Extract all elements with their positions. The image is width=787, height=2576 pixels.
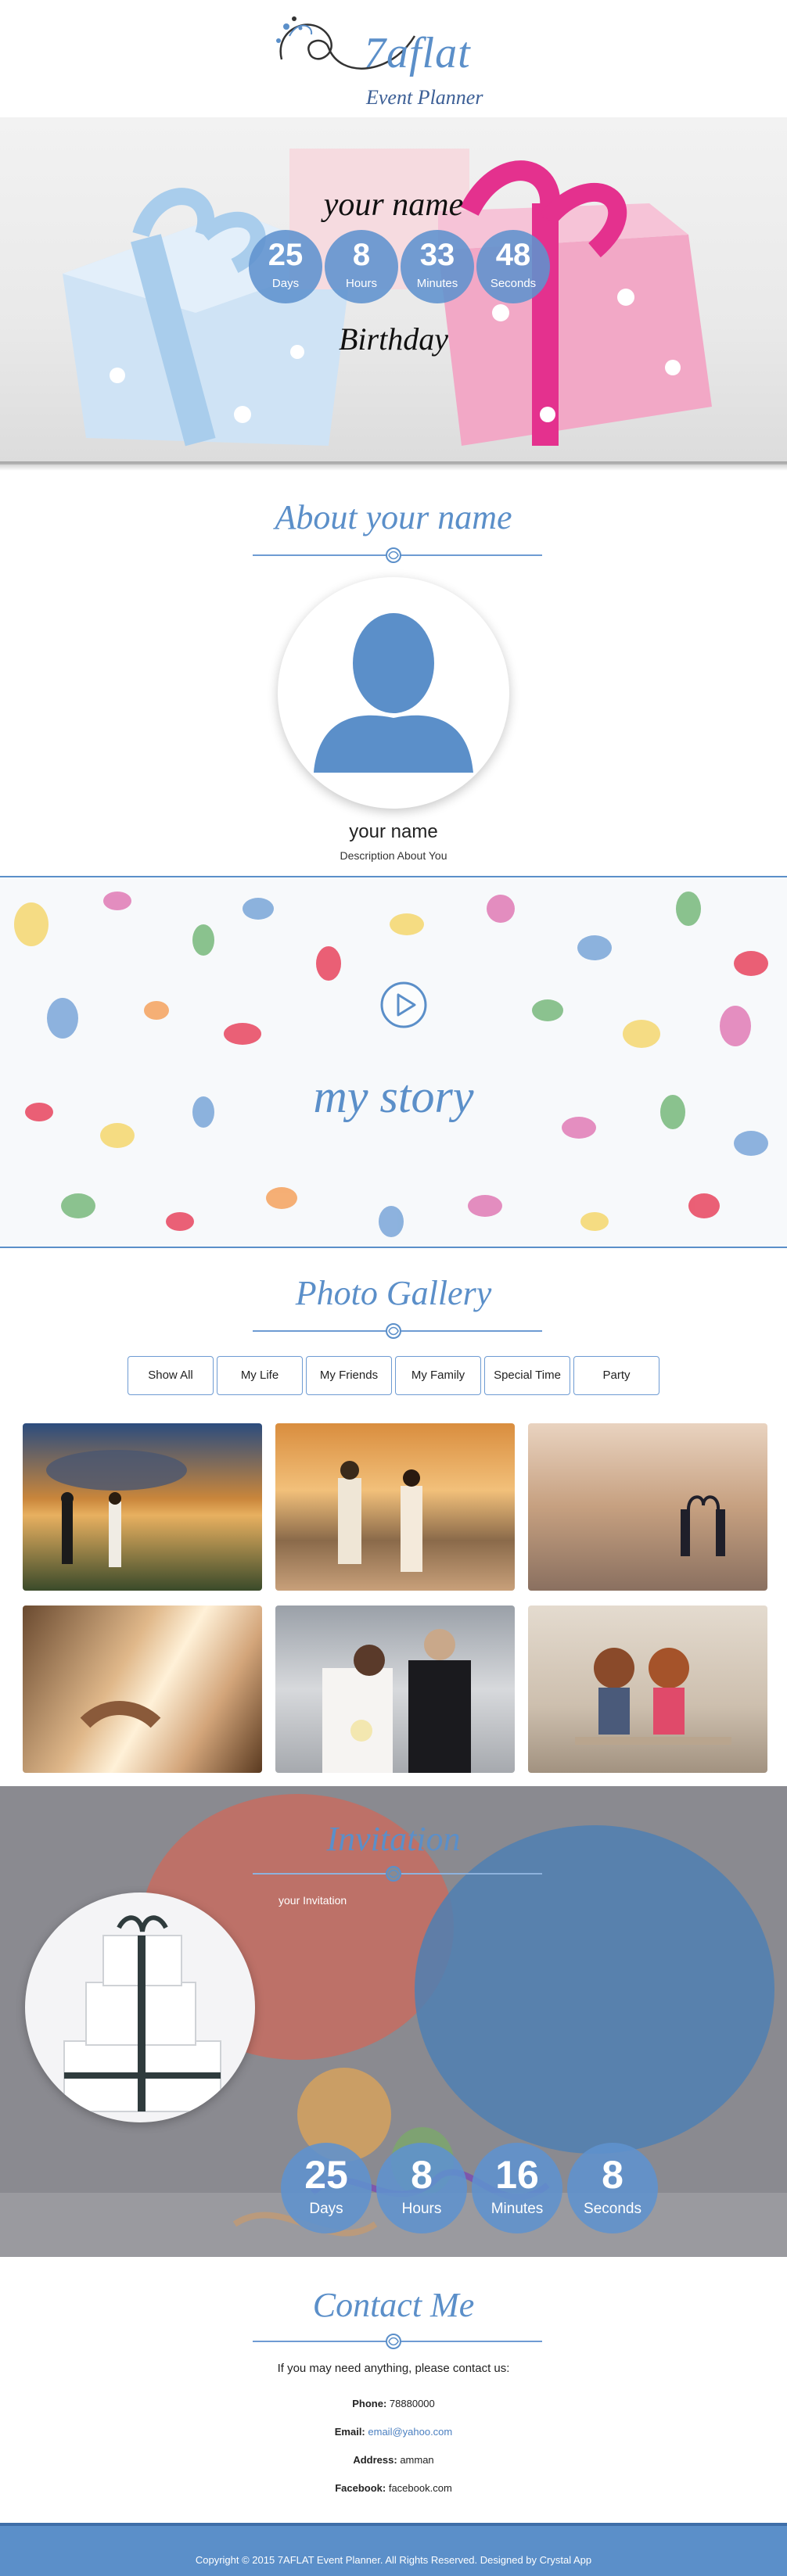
wedding-couple-image <box>322 1629 471 1773</box>
about-name: your name <box>349 821 438 842</box>
hero-occasion: Birthday <box>339 321 448 357</box>
holding-hands-image <box>80 1701 161 1728</box>
contact-address-value: amman <box>400 2454 434 2466</box>
contact-phone: Phone: 78880000 <box>0 2398 787 2409</box>
filter-my-friends-button[interactable]: My Friends <box>306 1356 392 1395</box>
countdown-hours-label: Hours <box>345 277 377 290</box>
site-logo[interactable]: 7aflat Event Planner <box>266 5 501 114</box>
countdown-days-value: 25 <box>268 238 304 272</box>
gallery-photo[interactable] <box>23 1423 262 1591</box>
logo-wordmark: 7aflat <box>364 29 471 77</box>
rose-ornament-icon <box>386 1866 401 1882</box>
site-header: 7aflat Event Planner <box>0 0 787 117</box>
countdown-hours-value: 8 <box>352 238 371 272</box>
countdown-days-label: Days <box>271 277 300 290</box>
filter-my-life-button[interactable]: My Life <box>217 1356 303 1395</box>
invitation-days-value: 25 <box>304 2153 348 2197</box>
hero-shadow <box>0 461 787 471</box>
rose-ornament-icon <box>386 2334 401 2349</box>
footer-copyright: Copyright © 2015 7AFLAT Event Planner. A… <box>195 2554 592 2566</box>
contact-intro: If you may need anything, please contact… <box>277 2362 510 2375</box>
countdown-seconds-label: Seconds <box>490 277 537 290</box>
contact-email: Email: email@yahoo.com <box>0 2426 787 2438</box>
contact-email-label: Email: <box>334 2426 365 2438</box>
invitation-seconds-value: 8 <box>602 2153 623 2197</box>
countdown-seconds-value: 48 <box>495 238 531 272</box>
contact-address: Address: amman <box>0 2454 787 2466</box>
invitation-section: Invitation your Invitation 25 Days 8 Hou… <box>0 1786 787 2257</box>
story-section: my story <box>0 876 787 1248</box>
countdown-hours: 8 Hours <box>325 230 398 303</box>
invitation-gift-image <box>25 1893 255 2122</box>
invitation-hours-label: Hours <box>401 2201 442 2217</box>
filter-special-time-button[interactable]: Special Time <box>484 1356 570 1395</box>
couple-sunset-image <box>46 1450 187 1567</box>
contact-facebook: Facebook: facebook.com <box>0 2482 787 2494</box>
hero-name: your name <box>323 187 464 223</box>
countdown-minutes-value: 33 <box>419 238 455 272</box>
couple-beach-walk-image <box>338 1461 422 1572</box>
contact-address-label: Address: <box>353 2454 397 2466</box>
gallery-photo[interactable] <box>528 1606 767 1773</box>
invitation-seconds-label: Seconds <box>584 2201 641 2217</box>
avatar <box>278 577 509 809</box>
invitation-text: your Invitation <box>279 1894 347 1907</box>
invitation-countdown-minutes: 16 Minutes <box>472 2143 562 2233</box>
filter-my-family-button[interactable]: My Family <box>395 1356 481 1395</box>
contact-email-link[interactable]: email@yahoo.com <box>368 2426 452 2438</box>
contact-facebook-label: Facebook: <box>335 2482 386 2494</box>
countdown-minutes: 33 Minutes <box>401 230 474 303</box>
site-footer: Copyright © 2015 7AFLAT Event Planner. A… <box>0 2523 787 2576</box>
filter-party-button[interactable]: Party <box>573 1356 659 1395</box>
invitation-countdown-seconds: 8 Seconds <box>567 2143 658 2233</box>
countdown-seconds: 48 Seconds <box>476 230 550 303</box>
invitation-minutes-value: 16 <box>495 2153 539 2197</box>
gallery-photo[interactable] <box>528 1423 767 1591</box>
contact-phone-value: 78880000 <box>389 2398 435 2409</box>
invitation-countdown-days: 25 Days <box>281 2143 372 2233</box>
filter-show-all-button[interactable]: Show All <box>128 1356 214 1395</box>
about-title: About your name <box>275 498 512 536</box>
gallery-title: Photo Gallery <box>295 1274 492 1312</box>
rose-ornament-icon <box>386 1323 401 1339</box>
rose-ornament-icon <box>386 547 401 563</box>
contact-phone-label: Phone: <box>352 2398 387 2409</box>
kids-kiss-image <box>575 1648 731 1745</box>
person-avatar-icon <box>314 613 473 773</box>
invitation-hours-value: 8 <box>411 2153 433 2197</box>
invitation-title: Invitation <box>326 1820 461 1858</box>
gallery-photo[interactable] <box>23 1606 262 1773</box>
logo-tagline: Event Planner <box>366 86 483 109</box>
story-title: my story <box>313 1071 474 1122</box>
white-gift-boxes-icon <box>63 1915 221 2112</box>
invitation-countdown-hours: 8 Hours <box>376 2143 467 2233</box>
gift-boxes-image <box>63 149 712 447</box>
countdown-minutes-label: Minutes <box>416 277 458 290</box>
couple-heart-hands-image <box>681 1495 725 1556</box>
contact-title: Contact Me <box>312 2286 475 2324</box>
gallery-photo[interactable] <box>275 1606 515 1773</box>
contact-facebook-link[interactable]: facebook.com <box>389 2482 452 2494</box>
gallery-photo[interactable] <box>275 1423 515 1591</box>
about-description: Description About You <box>340 849 447 862</box>
confetti-background-image <box>14 892 768 1237</box>
invitation-minutes-label: Minutes <box>491 2201 544 2217</box>
hero-banner: your name 25 Days 8 Hours 33 Minutes 48 … <box>0 117 787 465</box>
play-icon[interactable] <box>379 981 428 1029</box>
invitation-days-label: Days <box>309 2201 343 2217</box>
countdown-days: 25 Days <box>249 230 322 303</box>
